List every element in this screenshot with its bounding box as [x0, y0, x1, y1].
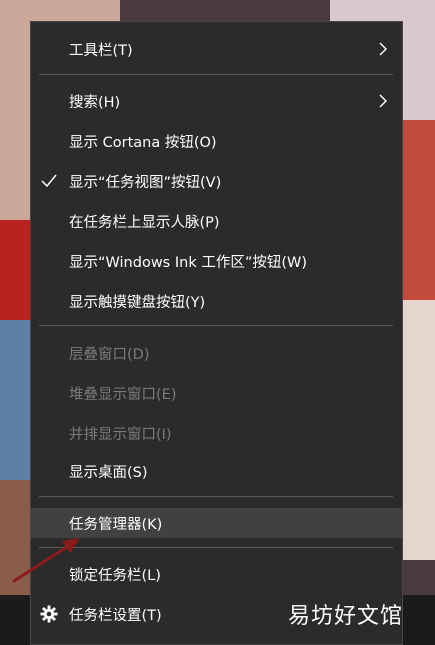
- menu-item-label: 并排显示窗口(I): [69, 426, 172, 443]
- menu-item-label: 在任务栏上显示人脉(P): [69, 214, 220, 231]
- menu-item-show-people[interactable]: 在任务栏上显示人脉(P): [31, 206, 402, 236]
- menu-separator: [39, 74, 393, 75]
- menu-item-lock-taskbar[interactable]: 锁定任务栏(L): [31, 559, 402, 589]
- menu-item-label: 工具栏(T): [69, 42, 133, 59]
- menu-separator: [39, 325, 393, 326]
- menu-item-label: 堆叠显示窗口(E): [69, 386, 177, 403]
- menu-item-show-task-view-button[interactable]: 显示“任务视图”按钮(V): [31, 166, 402, 196]
- menu-item-label: 显示 Cortana 按钮(O): [69, 134, 217, 151]
- menu-item-label: 任务管理器(K): [69, 516, 163, 533]
- menu-item-toolbars[interactable]: 工具栏(T): [31, 34, 402, 64]
- menu-item-label: 锁定任务栏(L): [69, 567, 161, 584]
- menu-item-label: 层叠窗口(D): [69, 346, 150, 363]
- menu-separator: [39, 547, 393, 548]
- menu-item-label: 显示桌面(S): [69, 464, 148, 481]
- gear-icon: [40, 605, 58, 623]
- menu-item-label: 任务栏设置(T): [69, 607, 162, 624]
- chevron-right-icon: [379, 42, 387, 56]
- taskbar-context-menu: 工具栏(T) 搜索(H) 显示 Cortana 按钮(O) 显示“任务视图”按钮…: [30, 21, 403, 645]
- menu-item-show-cortana-button[interactable]: 显示 Cortana 按钮(O): [31, 126, 402, 156]
- menu-item-task-manager[interactable]: 任务管理器(K): [31, 508, 402, 538]
- menu-item-show-windows-ink[interactable]: 显示“Windows Ink 工作区”按钮(W): [31, 246, 402, 276]
- chevron-right-icon: [379, 94, 387, 108]
- menu-separator: [39, 496, 393, 497]
- menu-item-search[interactable]: 搜索(H): [31, 86, 402, 116]
- menu-item-cascade-windows: 层叠窗口(D): [31, 338, 402, 368]
- menu-item-stack-windows: 堆叠显示窗口(E): [31, 378, 402, 408]
- menu-item-label: 显示“Windows Ink 工作区”按钮(W): [69, 254, 307, 271]
- menu-item-show-touch-keyboard[interactable]: 显示触摸键盘按钮(Y): [31, 286, 402, 316]
- menu-item-label: 显示触摸键盘按钮(Y): [69, 294, 206, 311]
- menu-item-side-by-side-windows: 并排显示窗口(I): [31, 418, 402, 448]
- checkmark-icon: [41, 174, 57, 188]
- menu-item-label: 搜索(H): [69, 94, 121, 111]
- menu-item-show-desktop[interactable]: 显示桌面(S): [31, 456, 402, 486]
- watermark-text: 易坊好文馆: [288, 604, 404, 629]
- menu-item-label: 显示“任务视图”按钮(V): [69, 174, 222, 191]
